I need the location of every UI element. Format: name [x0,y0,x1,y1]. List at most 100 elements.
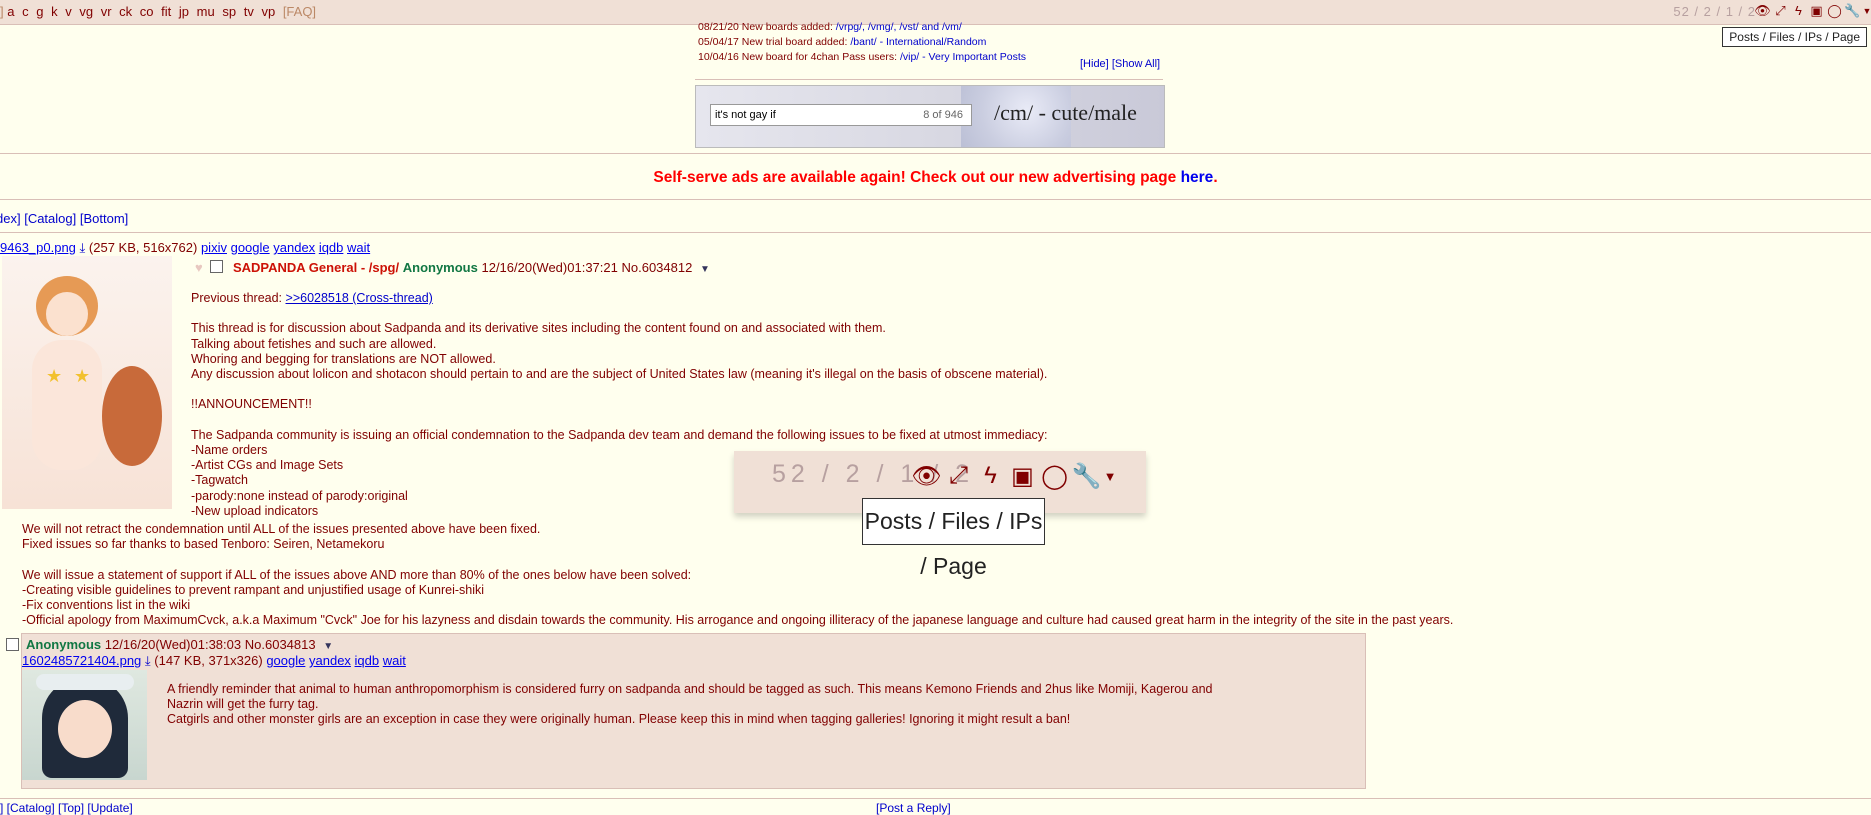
post-reply-link[interactable]: [Post a Reply] [876,801,951,815]
chevron-down-icon[interactable]: ▼ [1863,3,1871,19]
yandex-search-link[interactable]: yandex [309,653,351,668]
board-link-co[interactable]: co [140,4,154,19]
previous-thread-line: Previous thread: >>6028518 (Cross-thread… [191,291,1048,306]
op-file-meta: (257 KB, 516x762) [88,240,198,255]
lightning-icon[interactable]: ϟ [976,460,1005,492]
board-link-fit[interactable]: fit [161,4,171,19]
download-icon[interactable]: ⤓ [145,653,151,668]
post-checkbox[interactable] [6,638,19,651]
catalog-link[interactable]: [Catalog] [24,211,76,226]
post-subject: SADPANDA General - /spg/ [232,260,400,275]
post-line: A friendly reminder that animal to human… [167,682,1213,696]
iqdb-search-link[interactable]: iqdb [319,240,344,255]
post-line: -Official apology from MaximumCvck, a.k.… [22,613,1454,628]
google-search-link[interactable]: google [231,240,270,255]
image-icon[interactable]: ▣ [1809,3,1824,19]
pixiv-search-link[interactable]: pixiv [201,240,227,255]
news-controls: [Hide] [Show All] [1080,58,1160,70]
header-icons: 👁 ⤢ ϟ ▣ ◯ 🔧 ▼ [1754,3,1871,19]
news-date: 05/04/17 [698,36,739,48]
image-icon[interactable]: ▣ [1008,460,1037,492]
board-link-sp[interactable]: sp [222,4,236,19]
post-line: We will not retract the condemnation unt… [22,522,541,536]
search-result-count: 8 of 946 [923,109,963,121]
ad-link[interactable]: here [1181,169,1214,186]
chevron-down-icon[interactable]: ▼ [700,264,710,275]
board-link-tv[interactable]: tv [244,4,254,19]
post-line: Talking about fetishes and such are allo… [191,336,437,351]
board-link-c[interactable]: c [22,4,29,19]
board-link-ck[interactable]: ck [119,4,132,19]
post-number[interactable]: No.6034812 [621,260,692,275]
thumb-shape [58,700,112,758]
star-icon: ★ [74,366,91,386]
board-link-vr[interactable]: vr [101,4,112,19]
divider [0,153,1871,154]
post-datetime: 12/16/20(Wed)01:37:21 [481,260,618,275]
board-link-jp[interactable]: jp [179,4,189,19]
show-all-news-link[interactable]: [Show All] [1112,58,1160,70]
lightning-icon[interactable]: ϟ [1791,3,1806,19]
wrench-icon[interactable]: 🔧 [1072,460,1102,492]
post-line: -Fix conventions list in the wiki [22,598,191,612]
bottom-navigation[interactable]: ] [Catalog] [Top] [Update] [0,801,133,815]
op-thumbnail[interactable]: ★ ★ [2,256,172,509]
reply-filename-link[interactable]: 1602485721404.png [22,653,141,668]
post-datetime: 12/16/20(Wed)01:38:03 [104,637,242,652]
chevron-down-icon[interactable]: ▼ [323,641,333,652]
google-search-link[interactable]: google [266,653,305,668]
thread-search-box[interactable]: 8 of 946 [710,104,972,126]
previous-thread-link[interactable]: >>6028518 (Cross-thread) [286,291,433,305]
zoomed-stats-tooltip: Posts / Files / IPs / Page [862,498,1045,579]
iqdb-search-link[interactable]: iqdb [355,653,380,668]
post-number[interactable]: No.6034813 [245,637,316,652]
thumb-shape [36,674,134,690]
board-link-vg[interactable]: vg [79,4,93,19]
news-text: New trial board added: [741,36,848,48]
board-link-g[interactable]: g [36,4,43,19]
thread-navigation: dex] [Catalog] [Bottom] [0,211,128,226]
hide-news-link[interactable]: [Hide] [1080,58,1109,70]
news-date: 08/21/20 [698,21,739,33]
yandex-search-link[interactable]: yandex [273,240,315,255]
expand-icon[interactable]: ⤢ [1773,3,1788,19]
expand-icon[interactable]: ⤢ [944,460,973,492]
eye-icon[interactable]: 👁 [911,460,941,492]
thumb-shape [32,340,102,470]
reply-thumbnail[interactable] [22,670,147,780]
thumb-shape [102,366,162,466]
search-input[interactable] [711,105,919,125]
post-line: Fixed issues so far thanks to based Tenb… [22,537,385,552]
download-icon[interactable]: ⤓ [80,240,86,255]
op-filename-link[interactable]: 9463_p0.png [0,240,76,255]
heart-icon[interactable]: ♥ [195,260,203,275]
post-checkbox[interactable] [210,260,224,273]
board-link-a[interactable]: a [7,4,14,19]
bottom-link[interactable]: [Bottom] [80,211,128,226]
chevron-down-icon[interactable]: ▼ [1104,460,1117,492]
stats-tooltip: Posts / Files / IPs / Page [1722,27,1867,47]
eye-icon[interactable]: 👁 [1754,3,1771,19]
news-link[interactable]: /vip/ - Very Important Posts [900,51,1026,63]
board-link-k[interactable]: k [51,4,58,19]
speech-bubble-icon[interactable]: ◯ [1827,3,1842,19]
previous-thread-label: Previous thread: [191,291,283,305]
thumb-shape [46,292,88,336]
reply-file-info: 1602485721404.png ⤓ (147 KB, 371x326) go… [22,653,406,669]
board-link-vp[interactable]: vp [261,4,275,19]
faq-link[interactable]: [FAQ] [283,4,316,19]
op-post-header: ♥ SADPANDA General - /spg/ Anonymous 12/… [195,260,710,275]
board-link-mu[interactable]: mu [197,4,215,19]
wrench-icon[interactable]: 🔧 [1844,3,1860,19]
news-link[interactable]: /vrpg/, /vmg/, /vst/ and /vm/ [836,21,962,33]
board-link-v[interactable]: v [65,4,72,19]
wait-search-link[interactable]: wait [383,653,406,668]
wait-search-link[interactable]: wait [347,240,370,255]
thread-stats: 52 / 2 / 1 / 2 [1673,4,1756,19]
news-link[interactable]: /bant/ - International/Random [850,36,986,48]
post-line: The Sadpanda community is issuing an off… [191,427,1048,442]
speech-bubble-icon[interactable]: ◯ [1040,460,1069,492]
index-link[interactable]: dex] [0,211,21,226]
